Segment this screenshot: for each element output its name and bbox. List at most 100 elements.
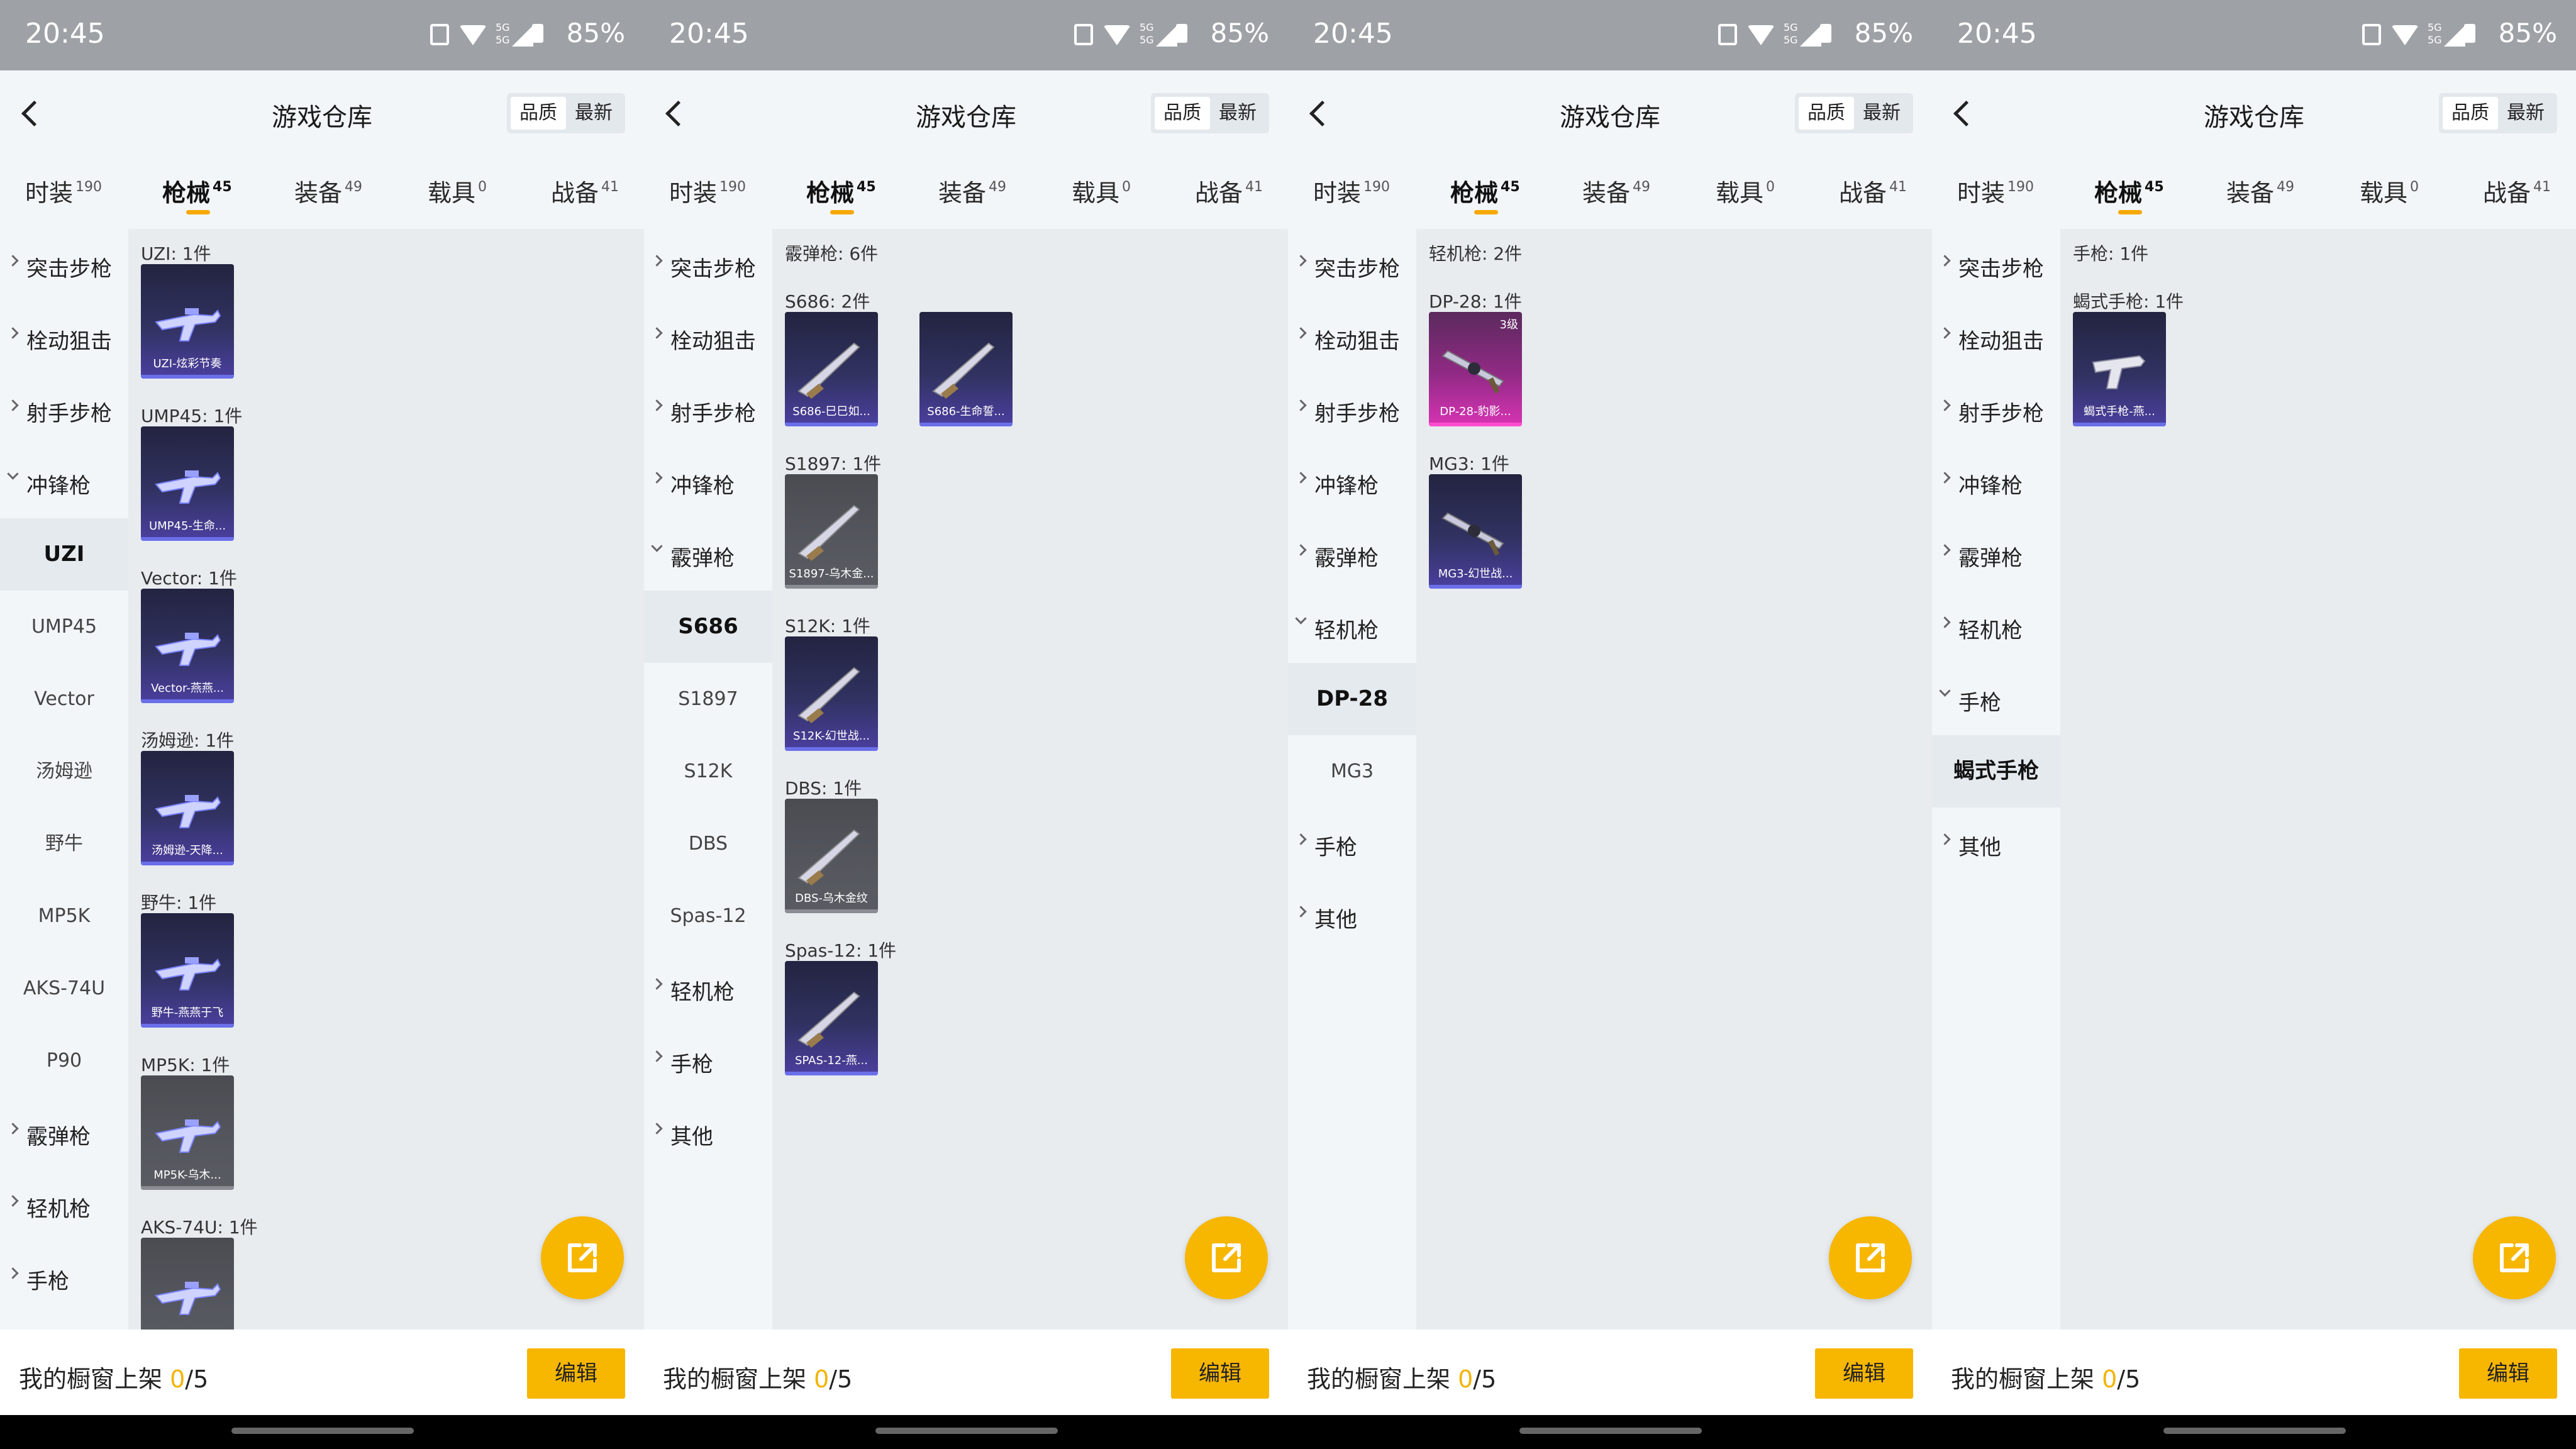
edit-button[interactable]: 编辑 xyxy=(2459,1348,2557,1399)
nav-category[interactable]: 射手步枪 xyxy=(0,374,128,446)
weapon-skin-card[interactable]: 汤姆逊-天降... xyxy=(141,751,234,865)
home-indicator[interactable] xyxy=(1519,1428,1702,1434)
nav-weapon[interactable]: S12K xyxy=(644,735,772,808)
nav-weapon[interactable]: UMP45 xyxy=(0,591,128,663)
weapon-skin-card[interactable]: UZI-炫彩节奏 xyxy=(141,264,234,379)
nav-weapon[interactable]: 汤姆逊 xyxy=(0,735,128,808)
sort-quality-button[interactable]: 品质 xyxy=(1155,97,1210,130)
nav-category[interactable]: 突击步枪 xyxy=(1288,229,1416,301)
home-indicator[interactable] xyxy=(231,1428,414,1434)
nav-weapon[interactable]: Spas-12 xyxy=(644,880,772,952)
nav-weapon[interactable]: AKS-74U xyxy=(0,952,128,1024)
tab-supplies[interactable]: 战备 41 xyxy=(551,174,619,208)
tab-vehicles[interactable]: 载具 0 xyxy=(1072,174,1131,208)
nav-category[interactable]: 射手步枪 xyxy=(1932,374,2060,446)
nav-category[interactable]: 其他 xyxy=(1288,880,1416,952)
nav-weapon[interactable]: UZI xyxy=(0,518,128,591)
nav-weapon[interactable]: Vector xyxy=(0,663,128,735)
nav-category[interactable]: 其他 xyxy=(1932,808,2060,880)
nav-category[interactable]: 栓动狙击 xyxy=(1288,301,1416,374)
tab-firearms[interactable]: 枪械 45 xyxy=(806,174,876,208)
nav-category[interactable]: 手枪 xyxy=(1288,808,1416,880)
sort-latest-button[interactable]: 最新 xyxy=(2498,97,2553,130)
nav-weapon[interactable]: DBS xyxy=(644,808,772,880)
tab-firearms[interactable]: 枪械 45 xyxy=(2094,174,2164,208)
weapon-skin-card[interactable]: S686-巳巳如... xyxy=(785,312,878,426)
nav-category[interactable]: 栓动狙击 xyxy=(1932,301,2060,374)
nav-category[interactable]: 轻机枪 xyxy=(0,1169,128,1241)
tab-equipment[interactable]: 装备 49 xyxy=(294,174,362,208)
weapon-skin-card[interactable]: MP5K-乌木... xyxy=(141,1075,234,1190)
nav-category[interactable]: 其他 xyxy=(644,1097,772,1169)
weapon-skin-card[interactable]: MG3-幻世战... xyxy=(1429,474,1522,589)
nav-category[interactable]: 栓动狙击 xyxy=(0,301,128,374)
tab-vehicles[interactable]: 载具 0 xyxy=(1716,174,1775,208)
home-indicator[interactable] xyxy=(2163,1428,2346,1434)
nav-category[interactable]: 霰弹枪 xyxy=(644,518,772,591)
weapon-skin-card[interactable] xyxy=(141,1238,234,1330)
share-button[interactable] xyxy=(1829,1216,1912,1299)
weapon-skin-card[interactable]: SPAS-12-燕... xyxy=(785,961,878,1075)
weapon-skin-card[interactable]: 3级 DP-28-豹影... xyxy=(1429,312,1522,426)
sort-latest-button[interactable]: 最新 xyxy=(1210,97,1265,130)
weapon-skin-card[interactable]: Vector-燕燕... xyxy=(141,589,234,703)
nav-category[interactable]: 手枪 xyxy=(0,1241,128,1314)
nav-category[interactable]: 冲锋枪 xyxy=(1288,446,1416,518)
tab-fashion[interactable]: 时装 190 xyxy=(25,174,102,208)
nav-weapon[interactable]: DP-28 xyxy=(1288,663,1416,735)
tab-supplies[interactable]: 战备 41 xyxy=(1839,174,1907,208)
tab-supplies[interactable]: 战备 41 xyxy=(2483,174,2551,208)
tab-fashion[interactable]: 时装 190 xyxy=(669,174,746,208)
sort-quality-button[interactable]: 品质 xyxy=(1799,97,1854,130)
tab-equipment[interactable]: 装备 49 xyxy=(938,174,1006,208)
tab-supplies[interactable]: 战备 41 xyxy=(1195,174,1263,208)
share-button[interactable] xyxy=(541,1216,624,1299)
tab-firearms[interactable]: 枪械 45 xyxy=(1450,174,1520,208)
sort-latest-button[interactable]: 最新 xyxy=(1854,97,1909,130)
tab-vehicles[interactable]: 载具 0 xyxy=(2360,174,2419,208)
edit-button[interactable]: 编辑 xyxy=(1171,1348,1269,1399)
nav-weapon[interactable]: S686 xyxy=(644,591,772,663)
nav-category[interactable]: 轻机枪 xyxy=(1288,591,1416,663)
sort-quality-button[interactable]: 品质 xyxy=(2443,97,2498,130)
nav-category[interactable]: 突击步枪 xyxy=(1932,229,2060,301)
nav-weapon[interactable]: S1897 xyxy=(644,663,772,735)
weapon-skin-card[interactable]: S12K-幻世战... xyxy=(785,636,878,751)
nav-category[interactable]: 突击步枪 xyxy=(644,229,772,301)
nav-category[interactable]: 手枪 xyxy=(644,1024,772,1097)
tab-fashion[interactable]: 时装 190 xyxy=(1957,174,2034,208)
nav-weapon[interactable]: MG3 xyxy=(1288,735,1416,808)
weapon-skin-card[interactable]: S686-生命誓... xyxy=(919,312,1013,426)
home-indicator[interactable] xyxy=(875,1428,1058,1434)
tab-equipment[interactable]: 装备 49 xyxy=(2226,174,2294,208)
edit-button[interactable]: 编辑 xyxy=(527,1348,625,1399)
nav-category[interactable]: 轻机枪 xyxy=(644,952,772,1024)
nav-category[interactable]: 栓动狙击 xyxy=(644,301,772,374)
sort-latest-button[interactable]: 最新 xyxy=(566,97,621,130)
share-button[interactable] xyxy=(2473,1216,2556,1299)
sort-quality-button[interactable]: 品质 xyxy=(511,97,566,130)
nav-weapon[interactable]: 野牛 xyxy=(0,808,128,880)
tab-vehicles[interactable]: 载具 0 xyxy=(428,174,487,208)
tab-fashion[interactable]: 时装 190 xyxy=(1313,174,1390,208)
nav-category[interactable]: 冲锋枪 xyxy=(644,446,772,518)
nav-weapon[interactable]: MP5K xyxy=(0,880,128,952)
share-button[interactable] xyxy=(1185,1216,1268,1299)
tab-equipment[interactable]: 装备 49 xyxy=(1582,174,1650,208)
nav-category[interactable]: 冲锋枪 xyxy=(1932,446,2060,518)
weapon-skin-card[interactable]: DBS-乌木金纹 xyxy=(785,799,878,913)
weapon-skin-card[interactable]: S1897-乌木金... xyxy=(785,474,878,589)
nav-category[interactable]: 射手步枪 xyxy=(644,374,772,446)
nav-category[interactable]: 霰弹枪 xyxy=(1288,518,1416,591)
nav-category[interactable]: 霰弹枪 xyxy=(1932,518,2060,591)
weapon-skin-card[interactable]: 蝎式手枪-燕... xyxy=(2073,312,2166,426)
weapon-skin-card[interactable]: UMP45-生命... xyxy=(141,426,234,541)
nav-weapon[interactable]: 蝎式手枪 xyxy=(1932,735,2060,808)
nav-category[interactable]: 冲锋枪 xyxy=(0,446,128,518)
nav-category[interactable]: 轻机枪 xyxy=(1932,591,2060,663)
nav-weapon[interactable]: P90 xyxy=(0,1024,128,1097)
edit-button[interactable]: 编辑 xyxy=(1815,1348,1913,1399)
nav-category[interactable]: 射手步枪 xyxy=(1288,374,1416,446)
nav-category[interactable]: 突击步枪 xyxy=(0,229,128,301)
nav-category[interactable]: 霰弹枪 xyxy=(0,1097,128,1169)
